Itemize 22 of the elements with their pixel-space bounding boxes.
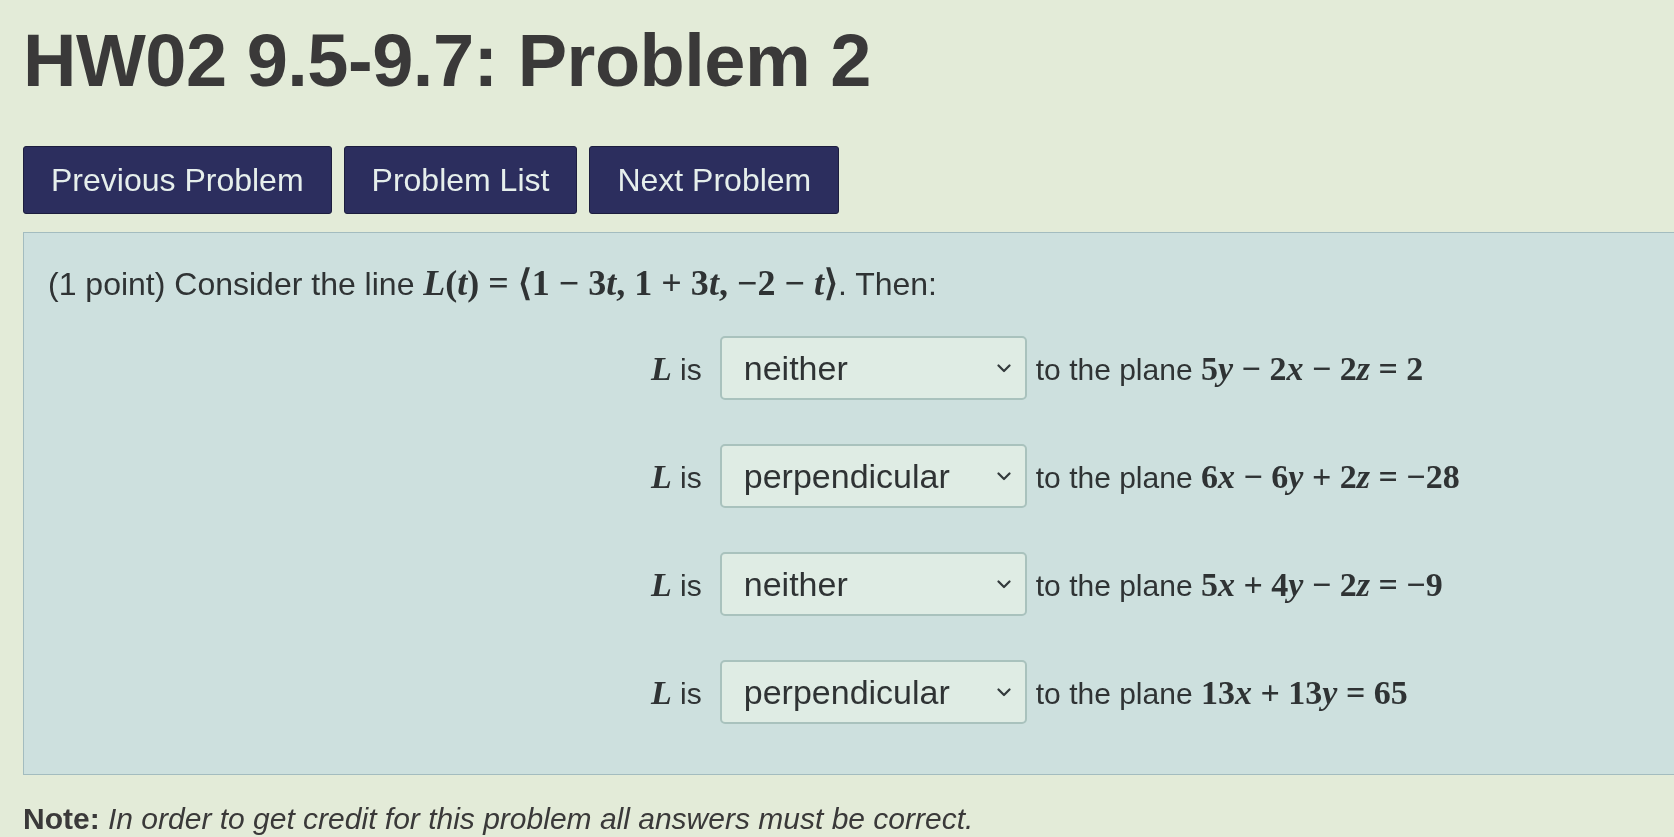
- note-text: Note: In order to get credit for this problem all answers must be correct.: [23, 802, 974, 836]
- chevron-down-icon: [996, 471, 1011, 481]
- nav-button[interactable]: Next Problem: [589, 146, 840, 214]
- plane-equation-text: to the plane 13x + 13y = 65: [1035, 672, 1408, 713]
- problem-statement: (1 point) Consider the line L(t) = ⟨1 − 3t, 1 + 3t, −2 − t⟩. Then:: [48, 265, 937, 302]
- plane-equation-text: to the plane 5x + 4y − 2z = −9: [1035, 564, 1443, 605]
- chevron-down-icon: [996, 579, 1011, 589]
- nav-button[interactable]: Problem List: [343, 146, 578, 214]
- answer-dropdown[interactable]: neither: [719, 336, 1027, 400]
- row-label: L is: [651, 348, 702, 389]
- row-label: L is: [651, 672, 702, 713]
- chevron-down-icon: [996, 363, 1011, 373]
- nav-button[interactable]: Previous Problem: [23, 146, 332, 214]
- row-label: L is: [651, 564, 702, 605]
- plane-equation-text: to the plane 6x − 6y + 2z = −28: [1035, 456, 1460, 497]
- answer-dropdown[interactable]: neither: [719, 552, 1027, 616]
- page-title: HW02 9.5-9.7: Problem 2: [23, 24, 872, 98]
- answer-dropdown[interactable]: perpendicular: [719, 660, 1027, 724]
- chevron-down-icon: [996, 687, 1011, 697]
- row-label: L is: [651, 456, 702, 497]
- plane-equation-text: to the plane 5y − 2x − 2z = 2: [1035, 348, 1424, 389]
- answer-dropdown[interactable]: perpendicular: [719, 444, 1027, 508]
